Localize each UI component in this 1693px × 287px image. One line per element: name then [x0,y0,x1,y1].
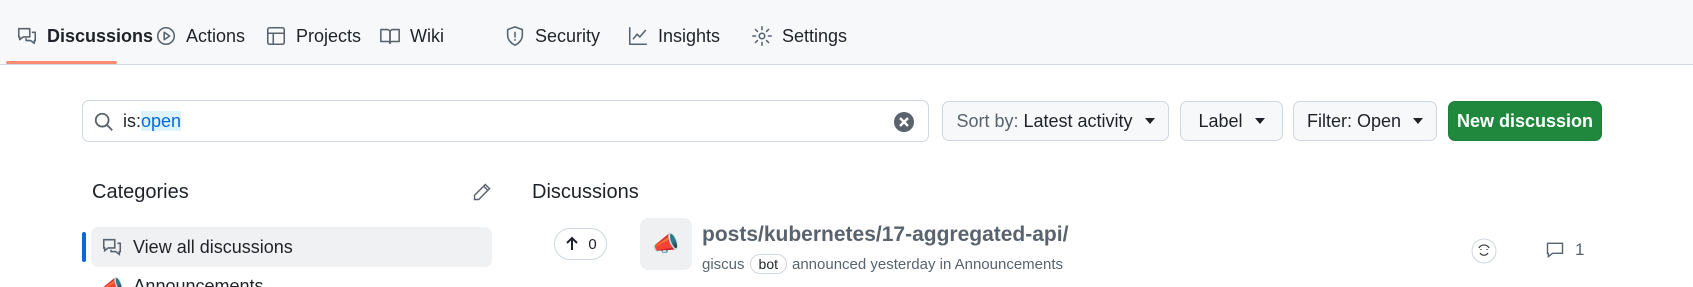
search-query: is:open [123,111,182,132]
close-icon [899,117,909,127]
discussion-title-link[interactable]: posts/kubernetes/17-aggregated-api/ [702,223,1068,247]
tab-actions[interactable]: Actions [145,14,255,58]
search-input[interactable]: is:open [82,100,929,142]
new-discussion-label: New discussion [1456,110,1594,131]
tab-label: Actions [186,25,246,46]
vote-count: 0 [588,235,597,253]
book-icon [380,28,400,45]
tab-security[interactable]: Security [494,14,610,58]
play-icon [156,26,176,46]
new-discussion-button[interactable]: New discussion [1448,101,1602,141]
graph-icon [628,26,648,46]
bot-badge: bot [749,254,787,274]
tab-label: Security [535,25,601,46]
table-icon [266,26,286,46]
comment-count-value: 1 [1575,240,1585,259]
comment-count[interactable]: 1 [1545,240,1584,260]
tab-label: Wiki [410,25,444,46]
gear-icon [752,26,772,46]
active-category-indicator [82,232,86,262]
repo-nav: Discussions Actions Projects Wiki Securi… [0,0,1693,65]
tab-insights[interactable]: Insights [617,14,730,58]
chevron-down-icon [1144,118,1155,124]
tab-label: Insights [658,25,721,46]
upvote-button[interactable]: 0 [554,228,607,260]
search-icon [94,112,113,131]
comment-discussion-icon [102,238,122,256]
megaphone-icon: 📣 [101,276,124,287]
discussion-meta: giscus bot announced yesterday in Announ… [702,254,1063,274]
discussion-meta-text: announced yesterday in Announcements [792,255,1064,273]
sort-value: Latest activity [1023,110,1133,131]
active-tab-indicator [6,61,117,64]
search-qualifier-value: open [141,111,182,131]
tab-label: Settings [782,25,848,46]
tab-label: Discussions [47,25,154,46]
sidebar-item-label: Announcements [133,276,264,287]
comment-icon [1546,242,1564,259]
tab-wiki[interactable]: Wiki [369,14,454,58]
pencil-icon[interactable] [472,182,492,202]
sort-dropdown[interactable]: Sort by: Latest activity [942,101,1169,141]
arrow-up-icon [566,236,579,250]
comment-discussion-icon [17,27,37,45]
tab-settings[interactable]: Settings [741,14,857,58]
sidebar-item-announcements[interactable]: 📣 Announcements [101,276,264,287]
tab-label: Projects [296,25,362,46]
shield-icon [506,26,524,46]
label-button-text: Label [1198,110,1243,131]
discussions-heading: Discussions [532,181,639,203]
sort-prefix: Sort by: [956,110,1019,131]
tab-discussions[interactable]: Discussions [6,14,163,58]
chevron-down-icon [1254,118,1265,124]
megaphone-icon: 📣 [640,218,692,270]
chevron-down-icon [1413,118,1424,124]
discussion-author[interactable]: giscus [702,256,745,273]
filter-button-text: Filter: Open [1306,110,1402,131]
search-qualifier: is: [123,111,141,131]
sidebar-item-label: View all discussions [133,236,293,257]
avatar[interactable] [1470,237,1498,265]
categories-heading: Categories [92,181,189,203]
sidebar-item-view-all[interactable]: View all discussions [91,227,492,267]
avatar-image [1471,238,1497,264]
label-dropdown[interactable]: Label [1180,101,1283,141]
tab-projects[interactable]: Projects [255,14,371,58]
filter-dropdown[interactable]: Filter: Open [1293,101,1437,141]
clear-search-button[interactable] [894,112,914,132]
